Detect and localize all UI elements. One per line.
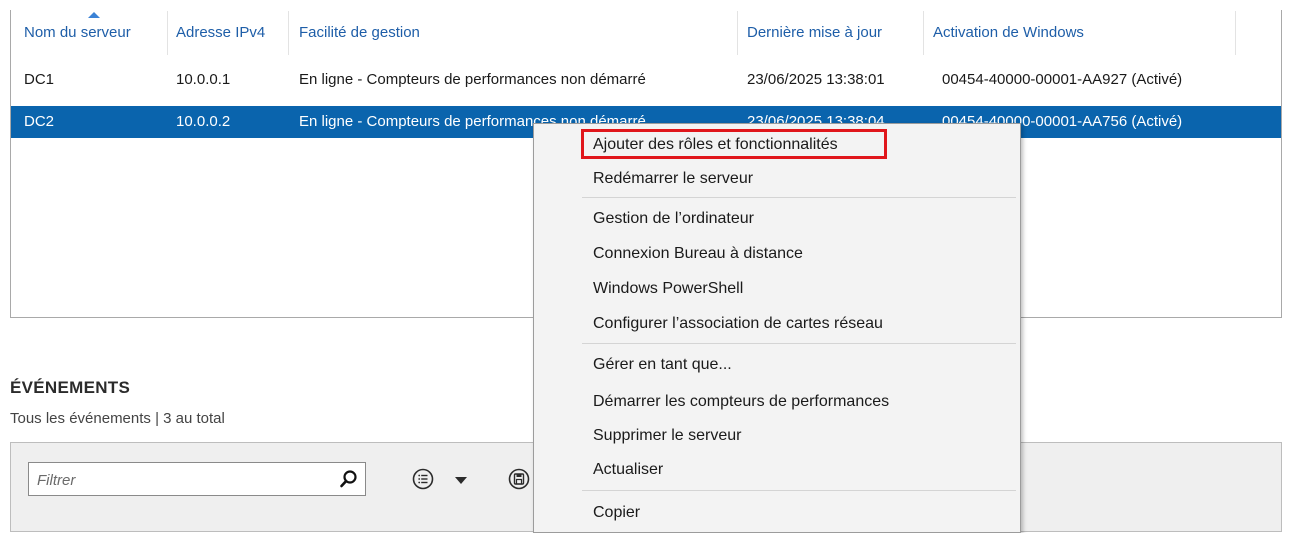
- menu-item-start-performance-counters[interactable]: Démarrer les compteurs de performances: [593, 392, 889, 412]
- menu-item-computer-management[interactable]: Gestion de l’ordinateur: [593, 209, 754, 229]
- cell-manageability: En ligne - Compteurs de performances non…: [299, 71, 646, 88]
- column-header-ipv4[interactable]: Adresse IPv4: [176, 11, 265, 55]
- menu-item-nic-teaming[interactable]: Configurer l’association de cartes résea…: [593, 314, 883, 334]
- column-separator[interactable]: [923, 11, 924, 55]
- menu-item-windows-powershell[interactable]: Windows PowerShell: [593, 279, 743, 299]
- column-header-manageability[interactable]: Facilité de gestion: [299, 11, 420, 55]
- menu-item-manage-as[interactable]: Gérer en tant que...: [593, 355, 732, 375]
- cell-ipv4: 10.0.0.2: [176, 113, 231, 130]
- column-separator[interactable]: [288, 11, 289, 55]
- cell-windows-activation: 00454-40000-00001-AA927 (Activé): [942, 71, 1183, 88]
- column-separator[interactable]: [737, 11, 738, 55]
- filter-input[interactable]: [35, 463, 329, 497]
- column-separator[interactable]: [167, 11, 168, 55]
- events-section-title: ÉVÉNEMENTS: [10, 378, 131, 397]
- cell-server-name: DC1: [24, 71, 55, 88]
- menu-item-copy[interactable]: Copier: [593, 503, 640, 523]
- menu-item-restart-server[interactable]: Redémarrer le serveur: [593, 169, 753, 189]
- filter-box[interactable]: [28, 462, 366, 497]
- menu-item-refresh[interactable]: Actualiser: [593, 460, 663, 480]
- column-header-windows-activation[interactable]: Activation de Windows: [933, 11, 1084, 55]
- cell-ipv4: 10.0.0.1: [176, 71, 231, 88]
- menu-item-remote-desktop[interactable]: Connexion Bureau à distance: [593, 244, 803, 264]
- column-separator[interactable]: [1235, 11, 1236, 55]
- events-count-label: Tous les événements | 3 au total: [10, 410, 225, 427]
- cell-server-name: DC2: [24, 113, 55, 130]
- save-icon[interactable]: [508, 468, 530, 490]
- menu-item-remove-server[interactable]: Supprimer le serveur: [593, 426, 742, 446]
- menu-separator: [582, 343, 1016, 344]
- chevron-down-icon[interactable]: [455, 477, 467, 484]
- column-header-last-update[interactable]: Dernière mise à jour: [747, 11, 882, 55]
- highlight-annotation-box: [581, 129, 887, 159]
- cell-last-update: 23/06/2025 13:38:01: [747, 71, 885, 88]
- menu-separator: [582, 490, 1016, 491]
- search-icon[interactable]: [339, 469, 359, 489]
- context-menu: Ajouter des rôles et fonctionnalités Red…: [533, 123, 1021, 533]
- menu-separator: [582, 197, 1016, 198]
- list-icon[interactable]: [412, 468, 434, 490]
- table-row[interactable]: DC1 10.0.0.1 En ligne - Compteurs de per…: [11, 64, 1281, 96]
- column-header-server-name[interactable]: Nom du serveur: [24, 11, 131, 55]
